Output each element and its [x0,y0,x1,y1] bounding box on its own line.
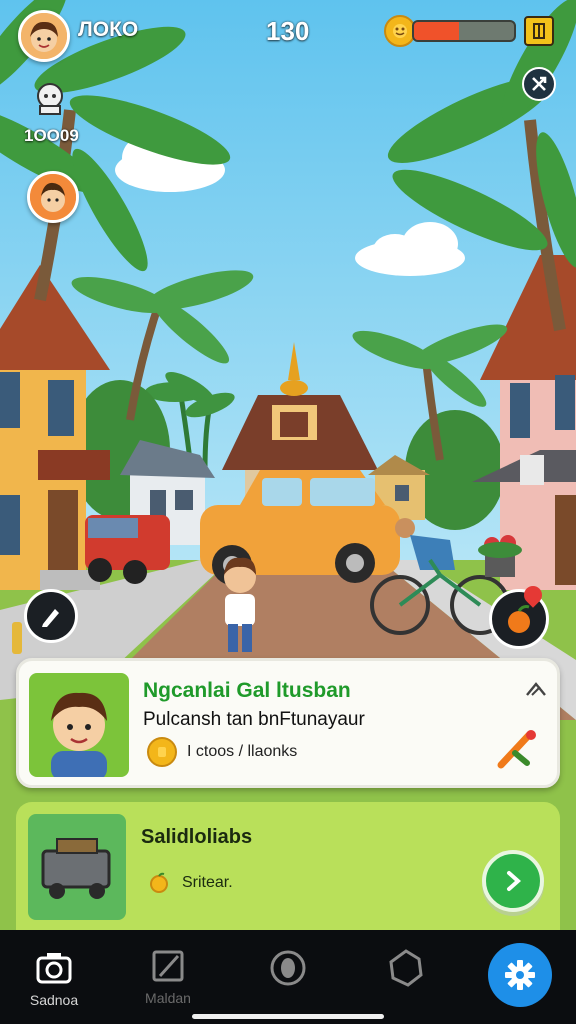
close-arrows-icon [532,76,547,91]
next-button[interactable] [482,850,544,912]
shop-price-label: Sritear. [182,874,233,891]
nav-item-sadnoa[interactable]: Sadnoa [6,930,102,1024]
quest-card[interactable]: Ngcanlai Gal ltusban Pulcansh tan bnFtun… [16,658,560,788]
settings-icon [505,960,535,990]
shop-card[interactable]: Salidloliabs Sritear. [16,802,560,930]
record-icon [270,950,306,986]
badge-icon [389,949,423,987]
pencil-button[interactable] [24,589,78,643]
collapse-icon[interactable] [525,681,547,702]
nav-item-record[interactable] [240,930,336,1024]
friend-face-icon [30,174,76,220]
nav-label: Maldan [145,990,191,1006]
game-scene [0,0,576,930]
quest-meta: Ӏ ctoos / llaonks [187,743,298,760]
center-counter: 130 [266,16,310,46]
camera-icon [36,953,72,984]
score-label: 1ОО09 [24,126,79,145]
village-street-illustration [0,0,576,930]
nav-item-settings[interactable] [472,930,568,1024]
nav-label: Sadnoa [29,992,79,1008]
share-button[interactable] [522,67,556,101]
cart-icon [41,838,111,899]
chevron-right-icon [507,871,522,891]
pencil-icon [42,609,59,627]
energy-bar [412,20,516,42]
bottom-nav-bar: Sadnoa Maldan [0,930,576,1024]
quest-subtitle: Pulcansh tan bnFtunayaur [143,709,365,730]
energy-bar-fill [414,22,459,40]
nav-item-badge[interactable] [358,930,454,1024]
tool-icon[interactable] [495,727,541,776]
bottle-prop [12,622,22,654]
nav-item-maldan[interactable]: Maldan [120,930,216,1024]
shop-item-image [28,814,126,920]
shop-title: Salidloliabs [141,826,253,848]
friend-avatar[interactable] [27,171,79,223]
settings-button[interactable] [488,943,552,1007]
quest-title: Ngcanlai Gal ltusban [143,679,351,702]
coin-icon [147,737,177,767]
menu-book-icon[interactable] [524,16,554,46]
boy-face-icon [21,13,67,59]
home-indicator [192,1014,384,1019]
player-avatar[interactable] [18,10,70,62]
coin-icon [146,870,172,896]
edit-icon [152,950,184,982]
quest-character-portrait [29,673,129,777]
player-name: ЛОКО [78,18,139,41]
companion-icon[interactable] [30,78,70,118]
